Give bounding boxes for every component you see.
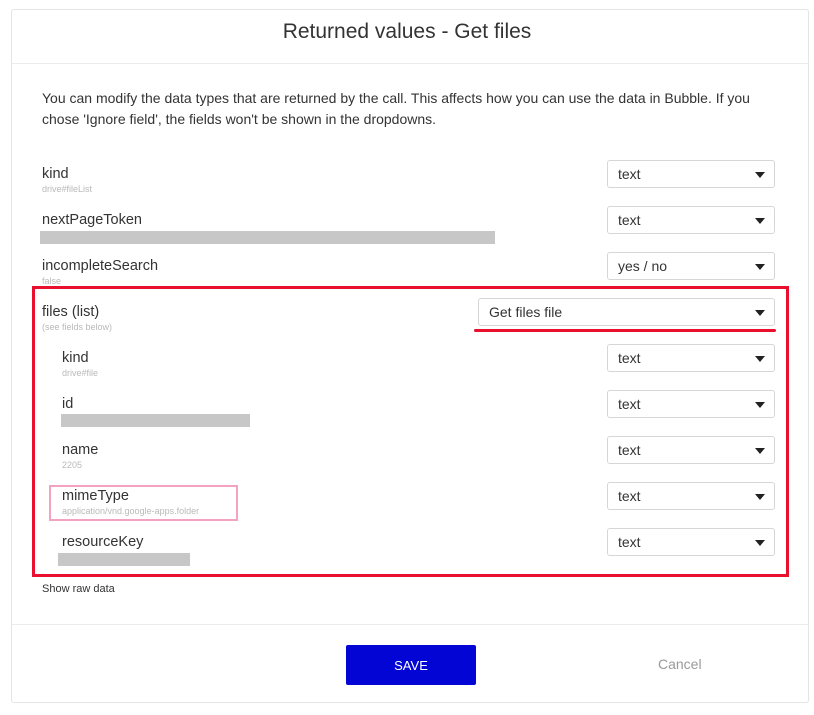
select-value: yes / no: [618, 258, 668, 274]
incomplete-search-type-select[interactable]: yes / no: [607, 252, 775, 280]
select-value: text: [618, 212, 641, 228]
annotation-outline-box: [32, 286, 789, 577]
field-name: nextPageToken: [42, 212, 142, 228]
field-sample-value: drive#fileList: [42, 184, 93, 194]
select-value: text: [618, 166, 641, 182]
footer-divider: [11, 624, 809, 625]
cancel-button[interactable]: Cancel: [658, 656, 702, 672]
caret-down-icon: [755, 218, 765, 224]
field-sample-value: false: [42, 276, 62, 286]
field-name: kind: [42, 166, 69, 182]
kind-type-select[interactable]: text: [607, 160, 775, 188]
show-raw-data-link[interactable]: Show raw data: [42, 583, 115, 595]
next-page-token-type-select[interactable]: text: [607, 206, 775, 234]
dialog-description: You can modify the data types that are r…: [42, 90, 750, 127]
save-button[interactable]: SAVE: [346, 645, 476, 685]
caret-down-icon: [755, 264, 765, 270]
caret-down-icon: [755, 172, 765, 178]
redacted-sample-value: [40, 231, 495, 244]
title-divider: [11, 63, 809, 64]
dialog-title: Returned values - Get files: [282, 20, 532, 43]
field-name: incompleteSearch: [42, 258, 159, 274]
